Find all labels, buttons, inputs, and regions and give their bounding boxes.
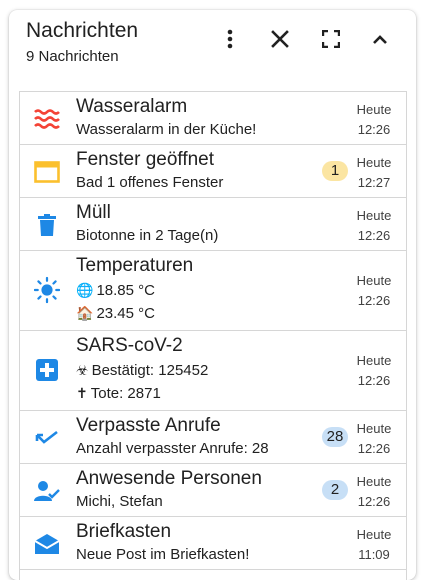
item-day: Heute [356,353,392,368]
sun-icon [34,276,60,304]
item-time: 12:26 [357,373,391,388]
item-text: Anzahl verpasster Anrufe: 28 [76,440,269,457]
globe-icon: 🌐 [76,282,94,298]
item-day: Heute [356,155,392,170]
mail-open-icon [34,531,60,557]
item-time: 12:26 [357,293,391,308]
item-title: Briefkasten [76,521,172,542]
list-item[interactable]: Müll Biotonne in 2 Tage(n) Heute 12:26 [20,198,406,251]
count-badge: 28 [322,427,348,447]
more-vert-icon [227,29,233,49]
item-day: Heute [356,421,392,436]
indoor-temperature-value: 23.45 °C [96,305,155,322]
item-title: Müll [76,202,111,223]
notifications-card: Nachrichten 9 Nachrichten Wasseralarm Wa… [9,10,416,580]
item-day: Heute [356,273,392,288]
fullscreen-button[interactable] [316,24,346,54]
item-text: Bad 1 offenes Fenster [76,174,224,191]
item-time: 12:26 [357,441,391,456]
item-timestamp: Heute 11:09 [354,525,394,565]
medical-cross-icon [34,357,60,383]
item-title: SARS-coV-2 [76,335,183,356]
item-time: 12:26 [357,494,391,509]
item-text: Neue Post im Briefkasten! [76,546,250,563]
list-item[interactable]: Wasseralarm Wasseralarm in der Küche! He… [20,92,406,145]
count-badge: 1 [322,161,348,181]
item-text: Wasseralarm in der Küche! [76,121,257,138]
list-item[interactable]: Briefkasten Neue Post im Briefkasten! He… [20,517,406,570]
confirmed-cases-value: Bestätigt: 125452 [91,362,209,379]
item-text: Michi, Stefan [76,493,163,510]
item-time: 12:26 [357,122,391,137]
list-item[interactable]: Verpasste Anrufe Anzahl verpasster Anruf… [20,411,406,464]
outdoor-temperature-value: 18.85 °C [96,282,155,299]
item-timestamp: Heute 12:26 [354,472,394,512]
list-item[interactable]: Fenster geöffnet Bad 1 offenes Fenster 1… [20,145,406,198]
trash-icon [34,212,60,238]
item-text: Biotonne in 2 Tage(n) [76,227,219,244]
item-time: 12:27 [357,175,391,190]
card-title: Nachrichten [26,19,139,42]
item-timestamp: Heute 12:26 [354,100,394,140]
outdoor-temperature: 🌐 18.85 °C [76,282,155,299]
item-day: Heute [356,474,392,489]
close-icon [271,30,289,48]
fullscreen-icon [322,30,340,48]
house-icon: 🏠 [76,305,94,321]
deaths-value: Tote: 2871 [90,385,161,402]
item-title: Wasseralarm [76,96,188,117]
water-waves-icon [34,106,60,132]
indoor-temperature: 🏠 23.45 °C [76,305,155,322]
item-title: Fenster geöffnet [76,149,215,170]
close-button[interactable] [265,24,295,54]
item-title: Verpasste Anrufe [76,415,221,436]
item-timestamp: Heute 12:27 [354,153,394,193]
item-timestamp: Heute 12:26 [354,271,394,311]
card-header: Nachrichten 9 Nachrichten [9,10,416,88]
confirmed-cases: ☣ Bestätigt: 125452 [76,362,208,379]
message-list: Wasseralarm Wasseralarm in der Küche! He… [19,91,407,580]
collapse-button[interactable] [365,24,395,54]
missed-call-icon [34,425,60,451]
list-item[interactable]: SARS-coV-2 ☣ Bestätigt: 125452 ✝ Tote: 287… [20,331,406,411]
item-day: Heute [356,527,392,542]
message-count: 9 Nachrichten [26,48,119,65]
item-time: 12:26 [357,228,391,243]
window-icon [34,159,60,185]
item-title: Anwesende Personen [76,468,262,489]
item-timestamp: Heute 12:26 [354,419,394,459]
count-badge: 2 [322,480,348,500]
item-timestamp: Heute 12:26 [354,351,394,391]
item-day: Heute [356,102,392,117]
chevron-up-icon [373,35,387,44]
more-options-button[interactable] [215,24,245,54]
item-timestamp: Heute 12:26 [354,206,394,246]
item-day: Heute [356,208,392,223]
item-time: 11:09 [358,547,390,562]
biohazard-icon: ☣ [76,362,89,378]
item-title: Temperaturen [76,255,194,276]
deaths: ✝ Tote: 2871 [76,385,161,402]
person-check-icon [34,478,60,504]
list-item[interactable]: Anwesende Personen Michi, Stefan 2 Heute… [20,464,406,517]
cross-icon: ✝ [76,385,88,401]
list-item[interactable]: Temperaturen 🌐 18.85 °C 🏠 23.45 °C Heute 1… [20,251,406,331]
